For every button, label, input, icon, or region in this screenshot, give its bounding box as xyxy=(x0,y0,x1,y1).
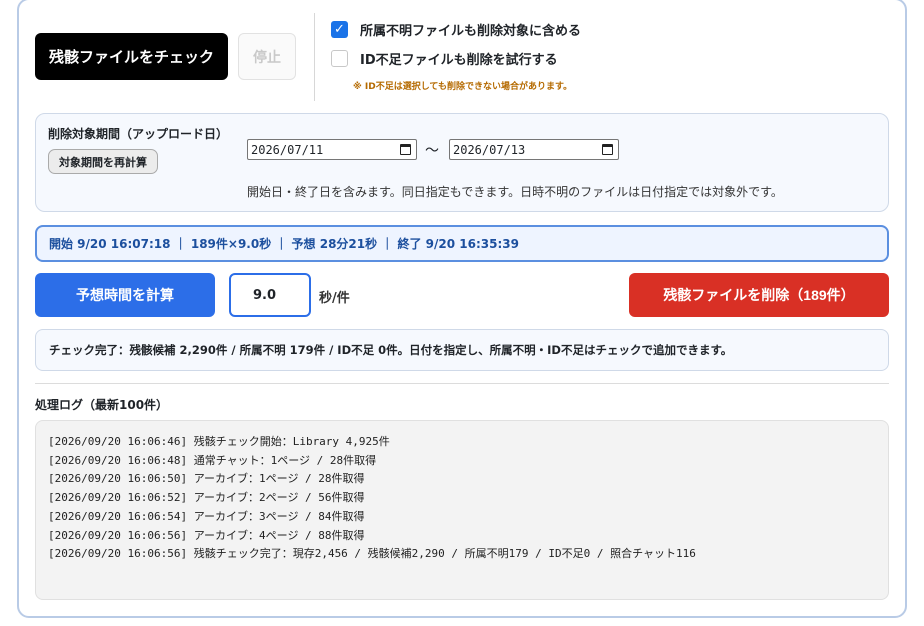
check-remnants-button[interactable]: 残骸ファイルをチェック xyxy=(35,33,228,80)
period-note: 開始日・終了日を含みます。同日指定もできます。日時不明のファイルは日付指定では対… xyxy=(247,185,783,199)
try-missing-id-checkbox[interactable] xyxy=(331,49,348,67)
checkmark-icon: ✓ xyxy=(334,21,345,37)
log-line: [2026/09/20 16:06:48] 通常チャット：1ページ / 28件取… xyxy=(48,453,377,467)
estimate-summary: 開始 9/20 16:07:18 ｜ 189件×9.0秒 ｜ 予想 28分21秒… xyxy=(35,225,889,262)
try-missing-id-label: ID不足ファイルも削除を試行する xyxy=(360,52,558,68)
missing-id-warning: ※ ID不足は選択しても削除できない場合があります。 xyxy=(353,82,573,92)
date-range-separator: 〜 xyxy=(425,143,439,159)
include-unknown-label: 所属不明ファイルも削除対象に含める xyxy=(360,23,582,39)
log-line: [2026/09/20 16:06:50] アーカイブ：1ページ / 28件取得 xyxy=(48,472,365,486)
log-line: [2026/09/20 16:06:46] 残骸チェック開始：Library 4… xyxy=(48,435,390,448)
delete-remnants-button[interactable]: 残骸ファイルを削除（189件） xyxy=(629,273,889,317)
status-message: チェック完了：残骸候補 2,290件 / 所属不明 179件 / ID不足 0件… xyxy=(35,329,889,371)
start-date-value: 2026/07/11 xyxy=(251,142,324,157)
calculate-estimate-button[interactable]: 予想時間を計算 xyxy=(35,273,215,317)
period-title: 削除対象期間（アップロード日） xyxy=(48,127,229,141)
start-date-input[interactable]: 2026/07/11 xyxy=(247,139,417,160)
stop-button[interactable]: 停止 xyxy=(238,33,296,80)
seconds-per-item-input[interactable]: 9.0 xyxy=(229,273,311,317)
include-unknown-checkbox[interactable]: ✓ xyxy=(331,20,348,38)
calendar-icon[interactable] xyxy=(602,144,613,155)
log-box[interactable]: [2026/09/20 16:06:46] 残骸チェック開始：Library 4… xyxy=(35,420,889,600)
end-date-value: 2026/07/13 xyxy=(453,142,526,157)
log-line: [2026/09/20 16:06:56] 残骸チェック完了：現存2,456 /… xyxy=(48,547,696,561)
horizontal-divider xyxy=(35,383,889,384)
log-title: 処理ログ（最新100件） xyxy=(35,398,169,412)
recalculate-period-button[interactable]: 対象期間を再計算 xyxy=(48,149,158,174)
vertical-divider xyxy=(314,13,315,101)
log-line: [2026/09/20 16:06:54] アーカイブ：3ページ / 84件取得 xyxy=(48,509,365,523)
log-line: [2026/09/20 16:06:52] アーカイブ：2ページ / 56件取得 xyxy=(48,491,365,505)
log-line: [2026/09/20 16:06:56] アーカイブ：4ページ / 88件取得 xyxy=(48,528,365,542)
try-missing-id-option[interactable]: ID不足ファイルも削除を試行する xyxy=(331,49,558,68)
seconds-per-item-unit: 秒/件 xyxy=(319,291,350,306)
include-unknown-option[interactable]: ✓ 所属不明ファイルも削除対象に含める xyxy=(331,20,582,39)
calendar-icon[interactable] xyxy=(400,144,411,155)
end-date-input[interactable]: 2026/07/13 xyxy=(449,139,619,160)
